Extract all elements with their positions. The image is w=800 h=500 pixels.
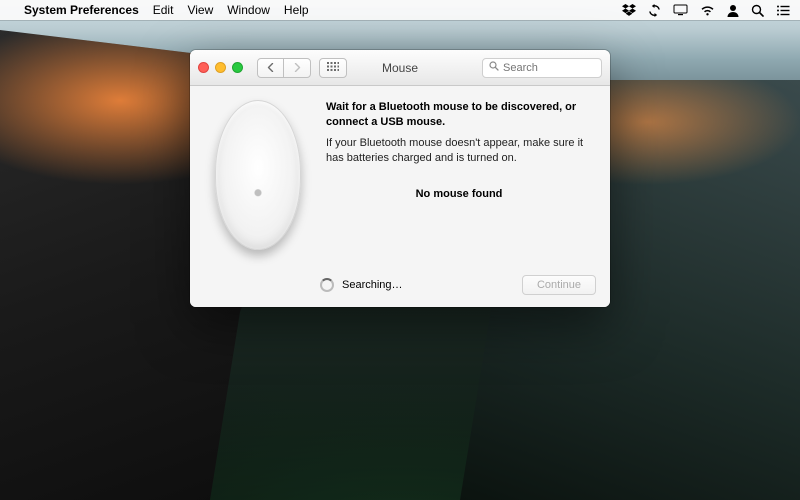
minimize-button[interactable] <box>215 62 226 73</box>
heading-text: Wait for a Bluetooth mouse to be discove… <box>326 100 592 130</box>
magic-mouse-icon <box>215 100 301 250</box>
mouse-illustration <box>208 100 308 254</box>
window-titlebar[interactable]: Mouse <box>190 50 610 86</box>
menu-edit[interactable]: Edit <box>153 3 174 17</box>
zoom-button[interactable] <box>232 62 243 73</box>
user-icon[interactable] <box>727 4 739 17</box>
forward-button[interactable] <box>284 59 310 77</box>
display-icon[interactable] <box>673 4 688 16</box>
grid-icon <box>320 59 346 77</box>
close-button[interactable] <box>198 62 209 73</box>
preferences-window: Mouse Wait for a Bluetooth mouse to be d… <box>190 50 610 307</box>
spinner-icon <box>320 278 334 292</box>
menu-view[interactable]: View <box>187 3 213 17</box>
menu-extras-icon[interactable] <box>776 5 790 16</box>
info-text: If your Bluetooth mouse doesn't appear, … <box>326 136 592 166</box>
wifi-icon[interactable] <box>700 5 715 16</box>
search-icon <box>489 61 499 74</box>
menu-help[interactable]: Help <box>284 3 309 17</box>
status-text: No mouse found <box>326 187 592 202</box>
spotlight-icon[interactable] <box>751 4 764 17</box>
dropbox-icon[interactable] <box>622 4 636 16</box>
continue-button[interactable]: Continue <box>522 275 596 295</box>
nav-segmented <box>257 58 311 78</box>
show-all-button[interactable] <box>319 58 347 78</box>
menu-bar: System Preferences Edit View Window Help <box>0 0 800 20</box>
app-menu[interactable]: System Preferences <box>24 3 139 17</box>
searching-label: Searching… <box>342 279 403 291</box>
menu-window[interactable]: Window <box>227 3 270 17</box>
search-field[interactable] <box>482 58 602 78</box>
back-button[interactable] <box>258 59 284 77</box>
search-input[interactable] <box>503 62 595 74</box>
sync-icon[interactable] <box>648 4 661 17</box>
